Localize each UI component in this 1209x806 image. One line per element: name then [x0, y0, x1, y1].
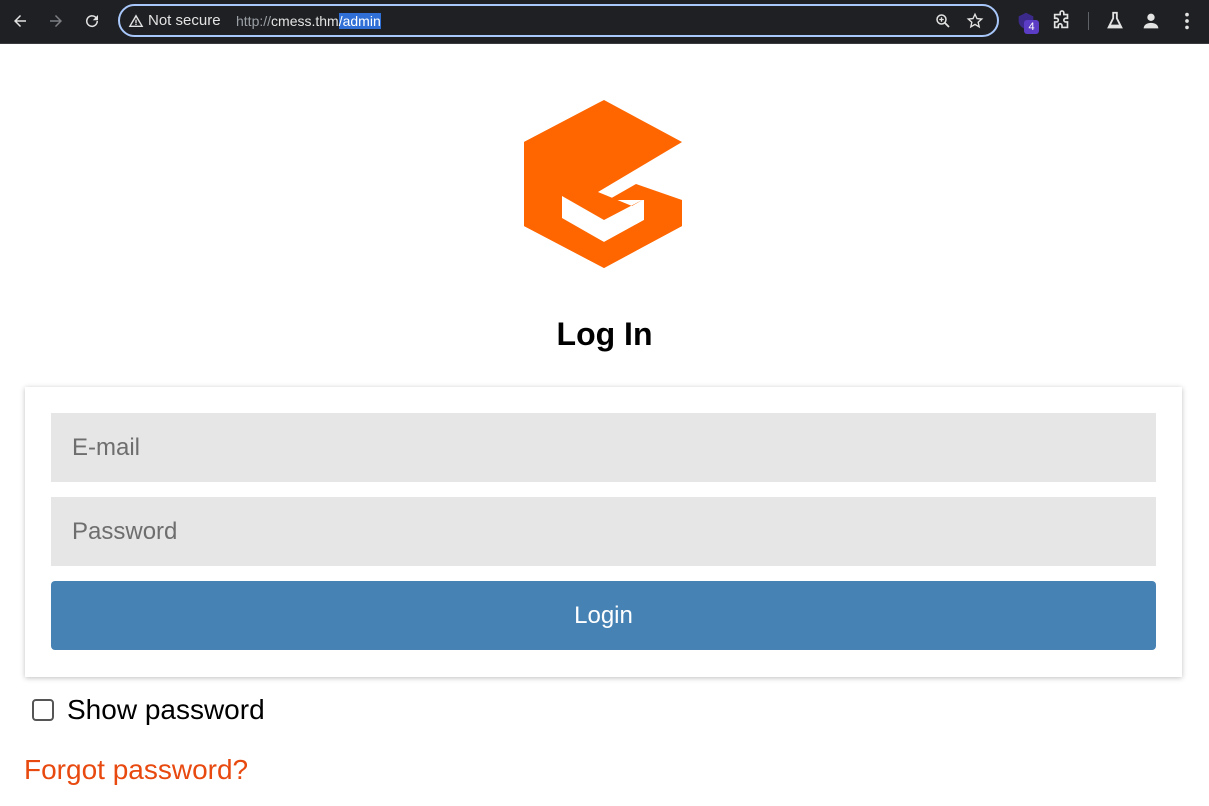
reload-button[interactable]	[79, 8, 105, 34]
url-scheme: http://	[236, 13, 272, 29]
bookmark-star-icon[interactable]	[966, 12, 984, 30]
extension-badge: 4	[1024, 20, 1039, 34]
url-host: cmess.thm	[271, 13, 339, 29]
more-menu-icon[interactable]	[1176, 10, 1198, 32]
browser-toolbar: Not secure http://cmess.thm/admin 4	[0, 0, 1209, 44]
security-indicator[interactable]: Not secure	[148, 12, 221, 29]
show-password-label[interactable]: Show password	[67, 694, 265, 726]
reload-icon	[86, 15, 99, 28]
forward-button[interactable]	[43, 8, 69, 34]
zoom-icon[interactable]	[934, 12, 952, 30]
password-input[interactable]	[51, 497, 1156, 566]
url-text[interactable]: http://cmess.thm/admin	[236, 13, 381, 29]
show-password-toggle[interactable]: Show password	[32, 694, 265, 726]
brand-logo	[524, 100, 682, 268]
back-button[interactable]	[7, 8, 33, 34]
login-form: Login	[25, 387, 1182, 677]
arrow-right-icon	[50, 15, 62, 27]
login-button[interactable]: Login	[51, 581, 1156, 650]
show-password-checkbox[interactable]	[32, 699, 54, 721]
address-bar[interactable]: Not secure http://cmess.thm/admin	[118, 4, 999, 37]
arrow-left-icon	[14, 15, 26, 27]
toolbar-divider	[1088, 12, 1089, 30]
puzzle-icon[interactable]	[1051, 10, 1073, 32]
url-path-selected: /admin	[338, 13, 381, 29]
flask-icon[interactable]	[1104, 10, 1126, 32]
page-title: Log In	[556, 316, 653, 352]
email-input[interactable]	[51, 413, 1156, 482]
forgot-password-link[interactable]: Forgot password?	[24, 754, 248, 786]
profile-icon[interactable]	[1140, 10, 1162, 32]
warning-icon	[128, 14, 144, 27]
